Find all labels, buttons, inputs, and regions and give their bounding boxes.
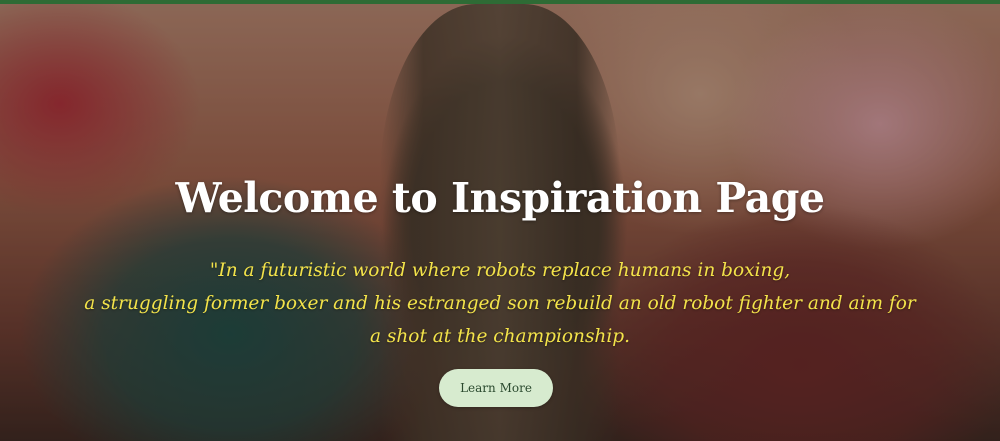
page-title: Welcome to Inspiration Page	[175, 174, 825, 222]
hero-quote: "In a futuristic world where robots repl…	[0, 254, 1000, 353]
hero-quote-line: "In a futuristic world where robots repl…	[209, 260, 791, 281]
hero-content: Welcome to Inspiration Page "In a futuri…	[0, 4, 1000, 441]
hero-section: Welcome to Inspiration Page "In a futuri…	[0, 0, 1000, 441]
learn-more-button[interactable]: Learn More	[439, 369, 553, 407]
hero-quote-line: a shot at the championship.	[369, 326, 630, 347]
hero-quote-line: a struggling former boxer and his estran…	[84, 293, 916, 314]
